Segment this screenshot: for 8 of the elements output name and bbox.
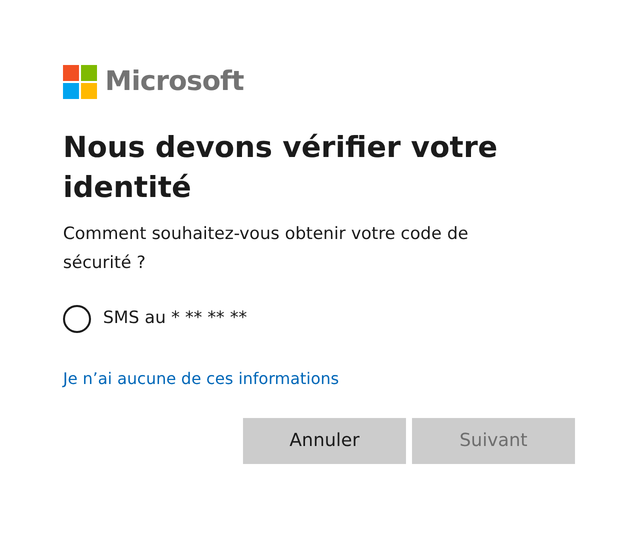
brand-name: Microsoft	[105, 65, 244, 99]
action-button[interactable]: Annuler	[243, 418, 406, 464]
page-title: Nous devons vérifier votre identité	[63, 128, 498, 206]
logo-icon	[63, 65, 97, 100]
help-link[interactable]: Je n’ai aucune de ces informations	[63, 366, 339, 390]
radio-button[interactable]	[63, 304, 91, 332]
question-text: Comment souhaitez-vous obtenir votre code de sécurité ?	[63, 222, 470, 274]
option-label[interactable]: SMS au * ** ** **	[103, 306, 247, 332]
